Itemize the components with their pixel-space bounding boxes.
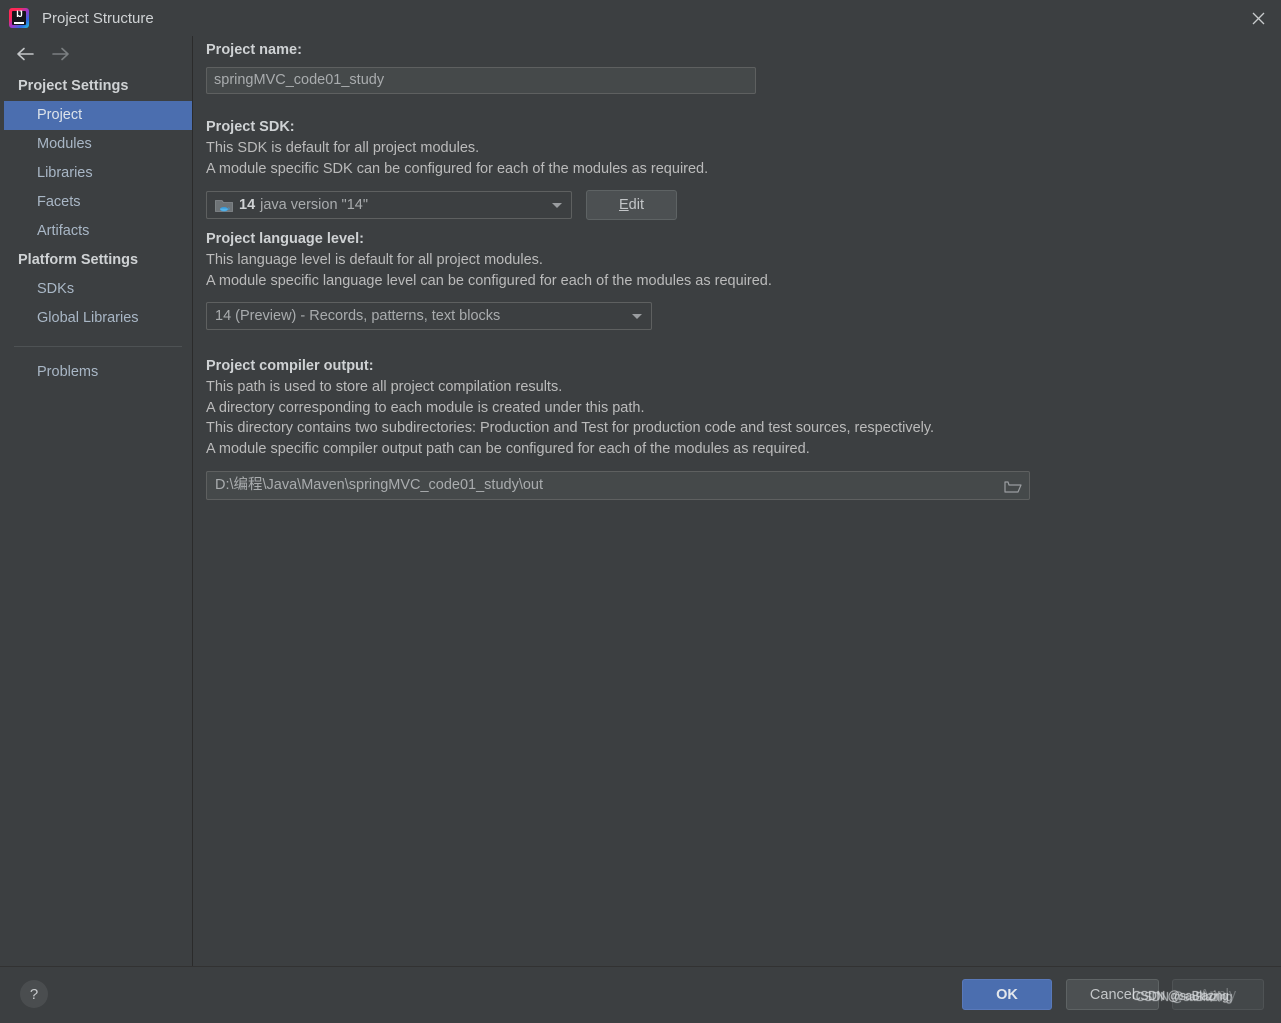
help-button[interactable]: ? xyxy=(20,980,48,1008)
language-level-section: Project language level: This language le… xyxy=(206,231,772,330)
project-sdk-name: java version "14" xyxy=(260,197,368,213)
csdn-watermark: CSDN @saBlazing CSDN @saBlazing xyxy=(1132,988,1233,1004)
language-level-value: 14 (Preview) - Records, patterns, text b… xyxy=(215,308,501,324)
arrow-left-icon[interactable] xyxy=(14,43,36,65)
project-name-label: Project name: xyxy=(206,42,302,58)
project-sdk-label: Project SDK: xyxy=(206,119,295,135)
close-icon[interactable] xyxy=(1235,0,1281,36)
intellij-idea-logo-icon: IJ xyxy=(9,8,29,28)
compiler-output-description-line-3: This directory contains two subdirectori… xyxy=(206,420,935,436)
compiler-output-section: Project compiler output: This path is us… xyxy=(206,358,1030,500)
ok-button[interactable]: OK xyxy=(962,979,1052,1010)
compiler-output-description-line-4: A module specific compiler output path c… xyxy=(206,440,810,457)
compiler-output-description-line-2: A directory corresponding to each module… xyxy=(206,399,645,416)
sidebar-item-problems[interactable]: Problems xyxy=(4,358,192,387)
edit-button-rest: dit xyxy=(628,197,644,213)
project-sdk-version: 14 xyxy=(239,197,256,213)
project-sdk-description-line-1: This SDK is default for all project modu… xyxy=(206,140,480,156)
java-sdk-folder-icon xyxy=(215,199,233,212)
footer-bar: ? OK Cancel Apply xyxy=(0,966,1281,1023)
project-name-section: Project name: springMVC_code01_study xyxy=(206,42,756,94)
chevron-down-icon xyxy=(552,203,562,208)
project-name-input[interactable]: springMVC_code01_study xyxy=(206,67,756,94)
compiler-output-description-line-1: This path is used to store all project c… xyxy=(206,379,563,395)
sidebar-item-project[interactable]: Project xyxy=(4,101,192,130)
compiler-output-label: Project compiler output: xyxy=(206,358,374,374)
folder-browse-icon[interactable] xyxy=(1004,478,1022,494)
navigation-arrows xyxy=(4,36,192,72)
edit-button-mnemonic: E xyxy=(619,197,629,213)
sidebar-item-artifacts[interactable]: Artifacts xyxy=(4,217,192,246)
sidebar-group-platform-settings: Platform Settings xyxy=(18,252,139,268)
main-panel: Project name: springMVC_code01_study Pro… xyxy=(193,36,1281,966)
watermark-text-b: CSDN @saBlazing xyxy=(1135,989,1233,1004)
arrow-right-icon[interactable] xyxy=(50,43,72,65)
window-title: Project Structure xyxy=(42,9,154,27)
sidebar-item-modules[interactable]: Modules xyxy=(4,130,192,159)
language-level-description-line-2: A module specific language level can be … xyxy=(206,272,772,289)
sidebar-group-project-settings: Project Settings xyxy=(18,78,129,94)
project-sdk-section: Project SDK: This SDK is default for all… xyxy=(206,119,708,220)
sidebar: Project Settings Project Modules Librari… xyxy=(4,36,193,966)
project-sdk-dropdown[interactable]: 14 java version "14" xyxy=(206,191,572,219)
sidebar-item-libraries[interactable]: Libraries xyxy=(4,159,192,188)
sidebar-separator xyxy=(14,346,182,347)
language-level-dropdown[interactable]: 14 (Preview) - Records, patterns, text b… xyxy=(206,302,652,330)
project-sdk-description-line-2: A module specific SDK can be configured … xyxy=(206,160,709,177)
sidebar-item-facets[interactable]: Facets xyxy=(4,188,192,217)
compiler-output-path-value: D:\编程\Java\Maven\springMVC_code01_study\… xyxy=(215,477,544,493)
language-level-description-line-1: This language level is default for all p… xyxy=(206,252,543,268)
title-bar: IJ Project Structure xyxy=(0,0,1281,36)
sidebar-item-sdks[interactable]: SDKs xyxy=(4,275,192,304)
language-level-label: Project language level: xyxy=(206,231,364,247)
sidebar-item-global-libraries[interactable]: Global Libraries xyxy=(4,304,192,333)
compiler-output-path-input[interactable]: D:\编程\Java\Maven\springMVC_code01_study\… xyxy=(206,471,1030,500)
chevron-down-icon xyxy=(632,314,642,319)
edit-sdk-button[interactable]: Edit xyxy=(586,190,677,220)
